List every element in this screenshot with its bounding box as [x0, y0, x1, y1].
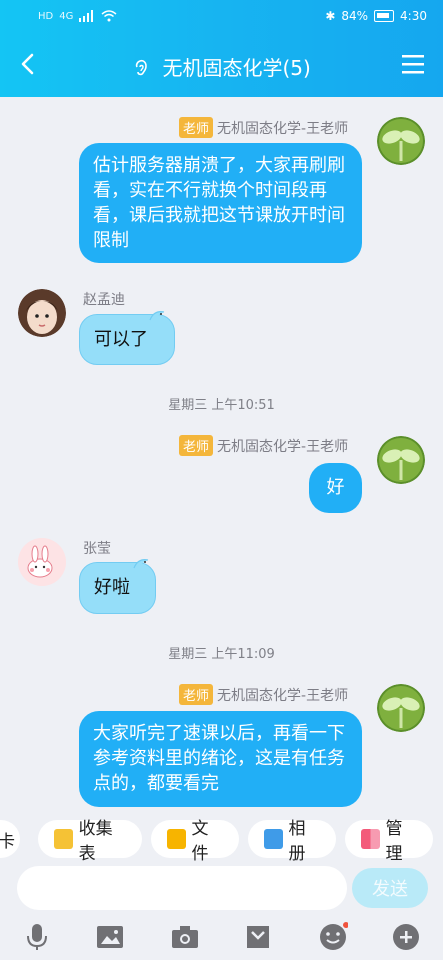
- sender-row: 赵孟迪: [83, 289, 125, 309]
- message-bubble[interactable]: 估计服务器崩溃了，大家再刷刷看，实在不行就换个时间段再看，课后我就把这节课放开时…: [79, 143, 362, 263]
- bunny-avatar-icon: [18, 538, 66, 586]
- message-input[interactable]: [17, 866, 347, 910]
- sender-name: 无机固态化学-王老师: [217, 120, 349, 137]
- timestamp: 星期三 上午11:09: [168, 647, 275, 662]
- hd-icon: HD: [38, 10, 54, 22]
- timestamp: 星期三 上午10:51: [168, 398, 275, 413]
- quick-action-manage[interactable]: 管理: [345, 819, 433, 864]
- quick-action-label: 收集表: [78, 819, 113, 864]
- message-bubble[interactable]: 好: [309, 463, 362, 513]
- bluetooth-icon: ✱: [325, 9, 336, 23]
- folder-icon: [167, 829, 186, 849]
- mic-icon[interactable]: [22, 922, 52, 952]
- sprout-avatar-icon: [377, 684, 425, 732]
- bubble-decoration-icon: [133, 559, 149, 569]
- camera-icon[interactable]: [170, 922, 200, 952]
- avatar-zhao[interactable]: [18, 289, 66, 337]
- chat-header: HD 4G ✱ 84% 4:30 无机固态化学(5): [0, 0, 443, 97]
- teacher-badge: 老师: [179, 117, 214, 138]
- sender-name: 无机固态化学-王老师: [217, 687, 349, 704]
- quick-action-form[interactable]: 收集表: [38, 819, 142, 864]
- quick-action-label: 卡: [0, 831, 15, 852]
- message-bubble[interactable]: 大家听完了速课以后，再看一下参考资料里的绪论，这是有任务点的，都要看完: [79, 711, 362, 807]
- emoji-icon[interactable]: [318, 922, 348, 952]
- status-bar: HD 4G ✱ 84% 4:30: [0, 0, 443, 34]
- send-button[interactable]: 发送: [352, 868, 428, 908]
- menu-icon[interactable]: [401, 53, 425, 75]
- form-icon: [54, 829, 73, 849]
- battery-icon: [374, 10, 395, 22]
- chat-title: 无机固态化学(5): [162, 56, 311, 80]
- quick-action-label: 管理: [385, 819, 403, 864]
- avatar-teacher[interactable]: [377, 117, 425, 165]
- quick-action-album[interactable]: 相册: [248, 819, 336, 864]
- quick-action-label: 文件: [191, 819, 209, 864]
- manage-icon: [361, 829, 380, 849]
- sender-row: 老师 无机固态化学-王老师: [179, 684, 348, 705]
- sprout-avatar-icon: [377, 117, 425, 165]
- girl-avatar-icon: [18, 289, 66, 337]
- image-icon[interactable]: [95, 922, 125, 952]
- signal-icon: [79, 10, 94, 22]
- sender-row: 老师 无机固态化学-王老师: [179, 117, 348, 138]
- sprout-avatar-icon: [377, 436, 425, 484]
- sender-row: 张莹: [83, 538, 111, 558]
- cloud-file-icon[interactable]: [243, 922, 273, 952]
- network-4g-icon: 4G: [59, 10, 74, 22]
- avatar-teacher[interactable]: [377, 436, 425, 484]
- sender-name: 无机固态化学-王老师: [217, 438, 349, 455]
- quick-action-file[interactable]: 文件: [151, 819, 239, 864]
- page-title: 无机固态化学(5): [0, 52, 443, 81]
- teacher-badge: 老师: [179, 435, 214, 456]
- plus-icon[interactable]: [391, 922, 421, 952]
- quick-actions-bar: 卡 收集表 文件 相册 管理: [0, 819, 443, 864]
- sender-row: 老师 无机固态化学-王老师: [179, 435, 348, 456]
- clock: 4:30: [400, 9, 427, 23]
- quick-action-label: 相册: [288, 819, 306, 864]
- sender-name: 张莹: [83, 541, 111, 557]
- bubble-decoration-icon: [149, 311, 165, 321]
- teacher-badge: 老师: [179, 684, 214, 705]
- battery-percent: 84%: [341, 9, 369, 23]
- avatar-zhang[interactable]: [18, 538, 66, 586]
- sender-name: 赵孟迪: [83, 292, 125, 308]
- avatar-teacher[interactable]: [377, 684, 425, 732]
- ear-icon: [135, 59, 147, 76]
- photo-icon: [264, 829, 283, 849]
- quick-action-card[interactable]: 卡: [0, 820, 20, 858]
- wifi-icon: [101, 10, 117, 22]
- bottom-toolbar: [0, 914, 443, 960]
